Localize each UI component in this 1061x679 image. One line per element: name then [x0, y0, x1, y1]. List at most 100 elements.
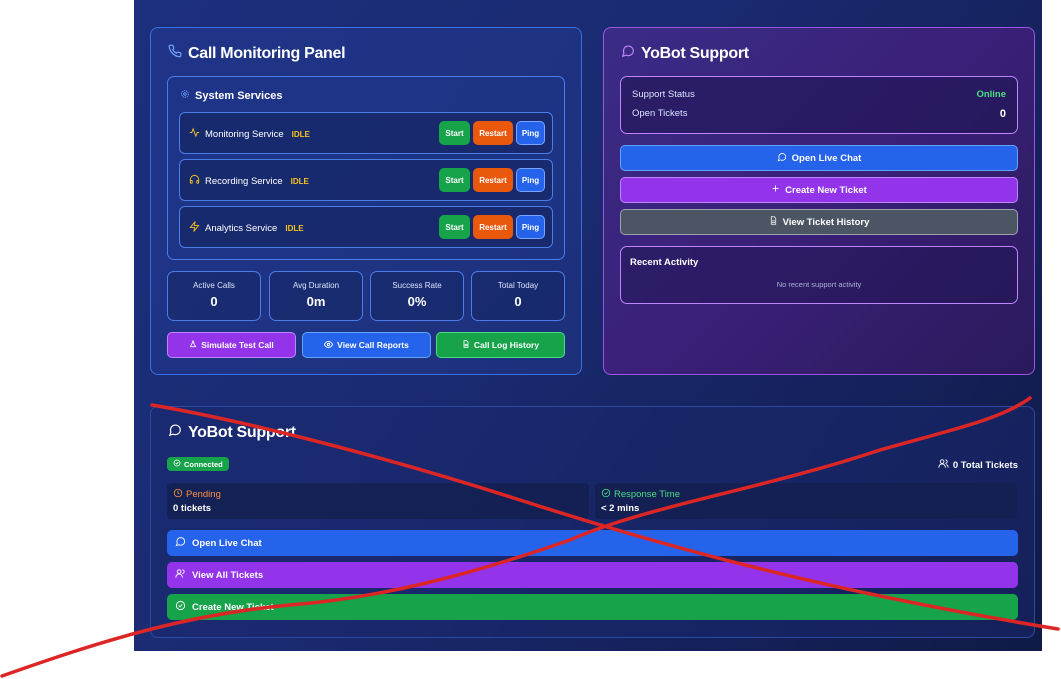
recent-activity-empty: No recent support activity [776, 280, 862, 289]
chat-bubble-icon [175, 536, 186, 550]
create-new-ticket-label: Create New Ticket [785, 184, 867, 196]
yobot-support-panel: YoBot Support Support Status Online Open… [603, 27, 1035, 375]
support-widget-header: YoBot Support [168, 423, 296, 442]
stat-avg-duration: Avg Duration 0m [269, 271, 363, 321]
stat-label: Active Calls [193, 281, 235, 290]
open-tickets-value: 0 [999, 108, 1006, 120]
widget-open-live-chat-button[interactable]: Open Live Chat [167, 530, 1018, 556]
eye-icon [324, 340, 334, 351]
users-icon [175, 568, 186, 582]
response-time-card: Response Time < 2 mins [595, 483, 1017, 519]
gear-icon [180, 89, 190, 102]
call-panel-header: Call Monitoring Panel [168, 44, 346, 63]
stat-value: 0 [514, 294, 522, 309]
connected-label: Connected [184, 459, 223, 469]
ping-button[interactable]: Ping [516, 121, 545, 145]
support-panel-title: YoBot Support [641, 44, 749, 62]
system-services-box: System Services Monitoring Service IDLE … [167, 76, 565, 260]
flask-icon [189, 340, 197, 350]
chat-bubble-icon [621, 44, 635, 63]
check-circle-icon [175, 600, 186, 614]
pending-card: Pending 0 tickets [167, 483, 589, 519]
support-widget-title: YoBot Support [188, 423, 296, 441]
clock-icon [173, 488, 183, 501]
stat-label: Total Today [497, 281, 539, 290]
start-button[interactable]: Start [439, 168, 470, 192]
lightning-icon [189, 221, 200, 235]
service-row-analytics: Analytics Service IDLE Start Restart Pin… [179, 206, 553, 248]
service-row-monitoring: Monitoring Service IDLE Start Restart Pi… [179, 112, 553, 154]
yobot-support-widget: YoBot Support Connected 0 Total Tickets … [150, 406, 1035, 638]
check-circle-icon [601, 488, 611, 501]
widget-open-live-chat-label: Open Live Chat [192, 537, 262, 549]
system-services-header: System Services [180, 89, 282, 102]
restart-button[interactable]: Restart [473, 121, 513, 145]
total-tickets-label: 0 Total Tickets [952, 459, 1018, 471]
service-status: IDLE [290, 176, 309, 186]
total-tickets: 0 Total Tickets [938, 458, 1018, 472]
check-circle-icon [173, 459, 181, 469]
activity-icon [189, 127, 200, 141]
open-live-chat-label: Open Live Chat [791, 152, 862, 164]
chat-bubble-icon [777, 152, 787, 165]
open-tickets-label: Open Tickets [632, 108, 688, 119]
stat-value: 0% [407, 294, 427, 309]
stat-value: 0 [210, 294, 218, 309]
restart-button[interactable]: Restart [473, 168, 513, 192]
recent-activity-title: Recent Activity [630, 257, 699, 268]
view-all-tickets-label: View All Tickets [192, 569, 264, 581]
ping-button[interactable]: Ping [516, 168, 545, 192]
view-all-tickets-button[interactable]: View All Tickets [167, 562, 1018, 588]
pending-label: Pending [186, 489, 221, 500]
phone-icon [168, 44, 182, 63]
view-call-reports-button[interactable]: View Call Reports [302, 332, 431, 358]
restart-button[interactable]: Restart [473, 215, 513, 239]
service-status: IDLE [285, 223, 304, 233]
widget-create-new-ticket-button[interactable]: Create New Ticket [167, 594, 1018, 620]
headphones-icon [189, 174, 200, 188]
service-name: Recording Service [205, 175, 283, 187]
simulate-label: Simulate Test Call [201, 340, 274, 350]
recent-activity-box: Recent Activity No recent support activi… [620, 246, 1018, 304]
call-panel-title: Call Monitoring Panel [188, 44, 346, 62]
pending-value: 0 tickets [173, 503, 212, 514]
open-live-chat-button[interactable]: Open Live Chat [620, 145, 1018, 171]
support-panel-header: YoBot Support [621, 44, 749, 63]
start-button[interactable]: Start [439, 121, 470, 145]
stat-active-calls: Active Calls 0 [167, 271, 261, 321]
widget-create-new-ticket-label: Create New Ticket [192, 601, 274, 613]
system-services-title: System Services [195, 89, 283, 102]
call-log-history-button[interactable]: Call Log History [436, 332, 565, 358]
chat-bubble-icon [168, 423, 182, 442]
plus-icon [771, 184, 780, 196]
stat-total-today: Total Today 0 [471, 271, 565, 321]
connected-badge: Connected [167, 457, 229, 471]
view-ticket-history-button[interactable]: View Ticket History [620, 209, 1018, 235]
support-status-box: Support Status Online Open Tickets 0 [620, 76, 1018, 134]
stat-success-rate: Success Rate 0% [370, 271, 464, 321]
service-status: IDLE [291, 129, 310, 139]
simulate-test-call-button[interactable]: Simulate Test Call [167, 332, 296, 358]
document-icon [769, 216, 778, 228]
start-button[interactable]: Start [439, 215, 470, 239]
call-monitoring-panel: Call Monitoring Panel System Services Mo… [150, 27, 582, 375]
service-row-recording: Recording Service IDLE Start Restart Pin… [179, 159, 553, 201]
stat-value: 0m [306, 294, 326, 309]
reports-label: View Call Reports [337, 340, 409, 350]
response-time-label: Response Time [614, 489, 681, 500]
support-status-label: Support Status [632, 89, 695, 100]
screenshot-stage: Call Monitoring Panel System Services Mo… [0, 0, 1061, 679]
view-ticket-history-label: View Ticket History [782, 216, 870, 228]
service-name: Analytics Service [205, 222, 278, 234]
service-name: Monitoring Service [205, 128, 284, 140]
history-label: Call Log History [473, 340, 540, 350]
stat-label: Success Rate [392, 281, 442, 290]
stat-label: Avg Duration [292, 281, 340, 290]
create-new-ticket-button[interactable]: Create New Ticket [620, 177, 1018, 203]
users-icon [938, 458, 949, 472]
document-icon [462, 340, 470, 350]
response-time-value: < 2 mins [601, 503, 640, 514]
ping-button[interactable]: Ping [516, 215, 545, 239]
support-status-value: Online [976, 89, 1006, 100]
app-canvas: Call Monitoring Panel System Services Mo… [134, 0, 1042, 651]
